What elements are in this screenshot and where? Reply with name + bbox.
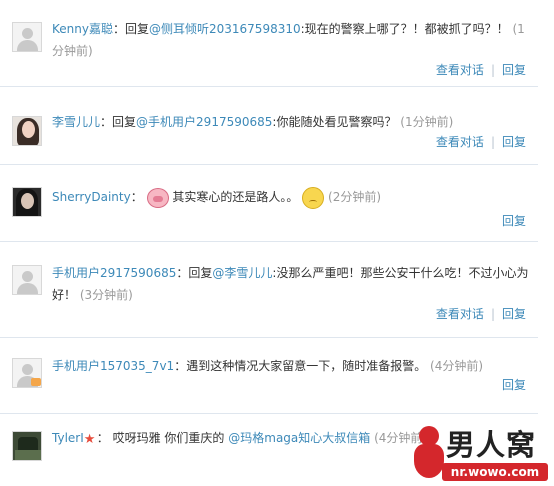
colon: ： [112, 22, 125, 36]
reply-link[interactable]: 回复 [502, 63, 526, 77]
mention-link[interactable]: @侧耳倾听203167598310 [149, 22, 301, 36]
site-watermark: 男人窝 nr.wowo.com [412, 416, 554, 486]
comment-text: 哎呀玛雅 你们重庆的 [112, 431, 225, 445]
comment-time: (3分钟前) [79, 288, 133, 302]
action-separator: | [490, 135, 495, 149]
mention-link[interactable]: @玛格maga知心大叔信箱 [228, 431, 370, 445]
comment-username[interactable]: SherryDainty [52, 190, 131, 204]
comment-username[interactable]: 李雪儿儿 [52, 115, 100, 129]
comment-username[interactable]: TylerI [52, 431, 84, 445]
default-avatar-body [17, 40, 38, 51]
comment-time: (1分钟前) [400, 115, 454, 129]
comment-actions: 查看对话 | 回复 [436, 133, 526, 150]
avatar-badge-icon [31, 378, 41, 386]
watermark-logo: 男人窝 [446, 428, 537, 462]
mention-link[interactable]: @李雪儿儿 [212, 266, 272, 280]
reply-prefix: 回复 [188, 266, 213, 280]
avatar-shape-bottom [15, 450, 41, 460]
colon: ： [130, 190, 143, 204]
view-conversation-link[interactable]: 查看对话 [436, 307, 484, 321]
comment-text: 其实寒心的还是路人。。 [172, 190, 299, 204]
avatar-face [22, 121, 35, 138]
default-avatar-head [22, 364, 33, 375]
watermark-url: nr.wowo.com [442, 463, 548, 481]
comment-actions: 回复 [502, 376, 526, 393]
comment-content: SherryDainty： 其实寒心的还是路人。。 (2分钟前) [52, 186, 532, 209]
sad-mouth [309, 199, 318, 204]
colon: ： [176, 266, 189, 280]
comment-item: 李雪儿儿：回复@手机用户2917590685:你能随处看见警察吗？ (1分钟前)… [0, 86, 538, 165]
comment-time: (2分钟前) [328, 190, 382, 204]
comment-content: 李雪儿儿：回复@手机用户2917590685:你能随处看见警察吗？ (1分钟前) [52, 111, 532, 133]
comment-text: 遇到这种情况大家留意一下，随时准备报警。 [186, 359, 427, 373]
colon: ： [100, 115, 113, 129]
figure-head [419, 426, 439, 446]
comment-time: (4分钟前) [430, 359, 484, 373]
avatar[interactable] [12, 358, 42, 388]
star-badge-icon: ★ [83, 432, 96, 447]
comment-text: :现在的警察上哪了？！都被抓了吗？！ [300, 22, 509, 36]
default-avatar-body [17, 283, 38, 294]
reply-prefix: 回复 [112, 115, 137, 129]
comment-item: Kenny嘉聪：回复@侧耳倾听203167598310:现在的警察上哪了？！都被… [0, 0, 538, 87]
reply-link[interactable]: 回复 [502, 135, 526, 149]
comment-username[interactable]: 手机用户157035_7v1 [52, 359, 174, 373]
mention-link[interactable]: @手机用户2917590685 [136, 115, 272, 129]
pig-nose [152, 195, 163, 202]
avatar[interactable] [12, 431, 42, 461]
avatar[interactable] [12, 22, 42, 52]
action-separator: | [490, 63, 495, 77]
comment-item: 手机用户2917590685：回复@李雪儿儿:没那么严重吧！那些公安干什么吃！不… [0, 241, 538, 338]
comment-username[interactable]: 手机用户2917590685 [52, 266, 176, 280]
comment-item: 手机用户157035_7v1：遇到这种情况大家留意一下，随时准备报警。 (4分钟… [0, 337, 538, 414]
comment-text: :你能随处看见警察吗？ [272, 115, 397, 129]
comment-username[interactable]: Kenny嘉聪 [52, 22, 113, 36]
pig-emoticon-icon [146, 187, 169, 208]
reply-link[interactable]: 回复 [502, 214, 526, 228]
avatar[interactable] [12, 265, 42, 295]
avatar-face [21, 193, 34, 209]
avatar[interactable] [12, 116, 42, 146]
colon: ： [174, 359, 187, 373]
reply-prefix: 回复 [124, 22, 149, 36]
comment-content: 手机用户157035_7v1：遇到这种情况大家留意一下，随时准备报警。 (4分钟… [52, 355, 532, 377]
avatar[interactable] [12, 187, 42, 217]
sad-face-emoticon-icon [302, 186, 325, 209]
default-avatar-head [22, 28, 33, 39]
view-conversation-link[interactable]: 查看对话 [436, 135, 484, 149]
comment-actions: 回复 [502, 212, 526, 229]
reply-link[interactable]: 回复 [502, 378, 526, 392]
comment-content: Kenny嘉聪：回复@侧耳倾听203167598310:现在的警察上哪了？！都被… [52, 18, 532, 62]
action-separator: | [490, 307, 495, 321]
view-conversation-link[interactable]: 查看对话 [436, 63, 484, 77]
comment-item: SherryDainty： 其实寒心的还是路人。。 (2分钟前) 回复 [0, 164, 538, 242]
comment-actions: 查看对话 | 回复 [436, 61, 526, 78]
figure-body [414, 444, 444, 478]
comment-actions: 查看对话 | 回复 [436, 305, 526, 322]
comment-content: 手机用户2917590685：回复@李雪儿儿:没那么严重吧！那些公安干什么吃！不… [52, 262, 532, 306]
reply-link[interactable]: 回复 [502, 307, 526, 321]
colon: ： [96, 431, 109, 445]
default-avatar-head [22, 271, 33, 282]
